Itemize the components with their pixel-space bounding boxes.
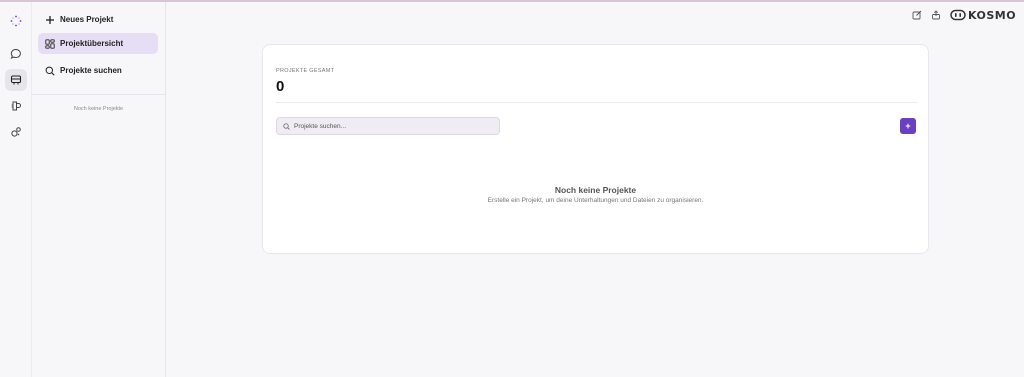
- search-icon: [44, 65, 56, 77]
- empty-state-subtitle: Erstelle ein Projekt, um deine Unterhalt…: [487, 197, 704, 204]
- sidebar-item-label: Projekte suchen: [60, 66, 122, 75]
- sidebar-divider: [32, 94, 165, 95]
- sidebar-empty-text: Noch keine Projekte: [73, 106, 124, 112]
- project-sidebar: Neues Projekt Projektübersicht Projekte …: [32, 2, 166, 377]
- app-logo-icon[interactable]: [5, 10, 27, 32]
- card-divider: [276, 102, 917, 103]
- edit-icon[interactable]: [911, 9, 923, 21]
- chat-icon[interactable]: [5, 43, 27, 65]
- files-icon[interactable]: [5, 95, 27, 117]
- projects-icon[interactable]: [5, 69, 27, 91]
- sidebar-item-search-projects[interactable]: Projekte suchen: [38, 60, 158, 81]
- stat-value: 0: [276, 78, 285, 95]
- sidebar-item-label: Projektübersicht: [60, 39, 124, 48]
- share-icon[interactable]: [930, 9, 942, 21]
- sidebar-item-label: Neues Projekt: [60, 15, 114, 24]
- grid-icon: [44, 38, 56, 50]
- search-icon: [283, 122, 290, 130]
- add-project-button[interactable]: +: [900, 118, 916, 134]
- search-input[interactable]: [294, 122, 494, 130]
- project-search: [276, 117, 500, 135]
- brand-mark-icon: [950, 9, 966, 21]
- brand-logo: KOSMO: [950, 7, 1016, 23]
- sidebar-item-new-project[interactable]: Neues Projekt: [38, 9, 158, 30]
- stat-label: PROJEKTE GESAMT: [276, 68, 335, 74]
- sidebar-item-project-overview[interactable]: Projektübersicht: [38, 33, 158, 54]
- tools-icon[interactable]: [5, 121, 27, 143]
- plus-icon: [44, 14, 56, 26]
- brand-name: KOSMO: [968, 8, 1017, 22]
- empty-state-title: Noch keine Projekte: [554, 185, 637, 195]
- projects-card: PROJEKTE GESAMT 0 + Noch keine Projekte …: [262, 44, 929, 254]
- icon-rail: [0, 2, 32, 377]
